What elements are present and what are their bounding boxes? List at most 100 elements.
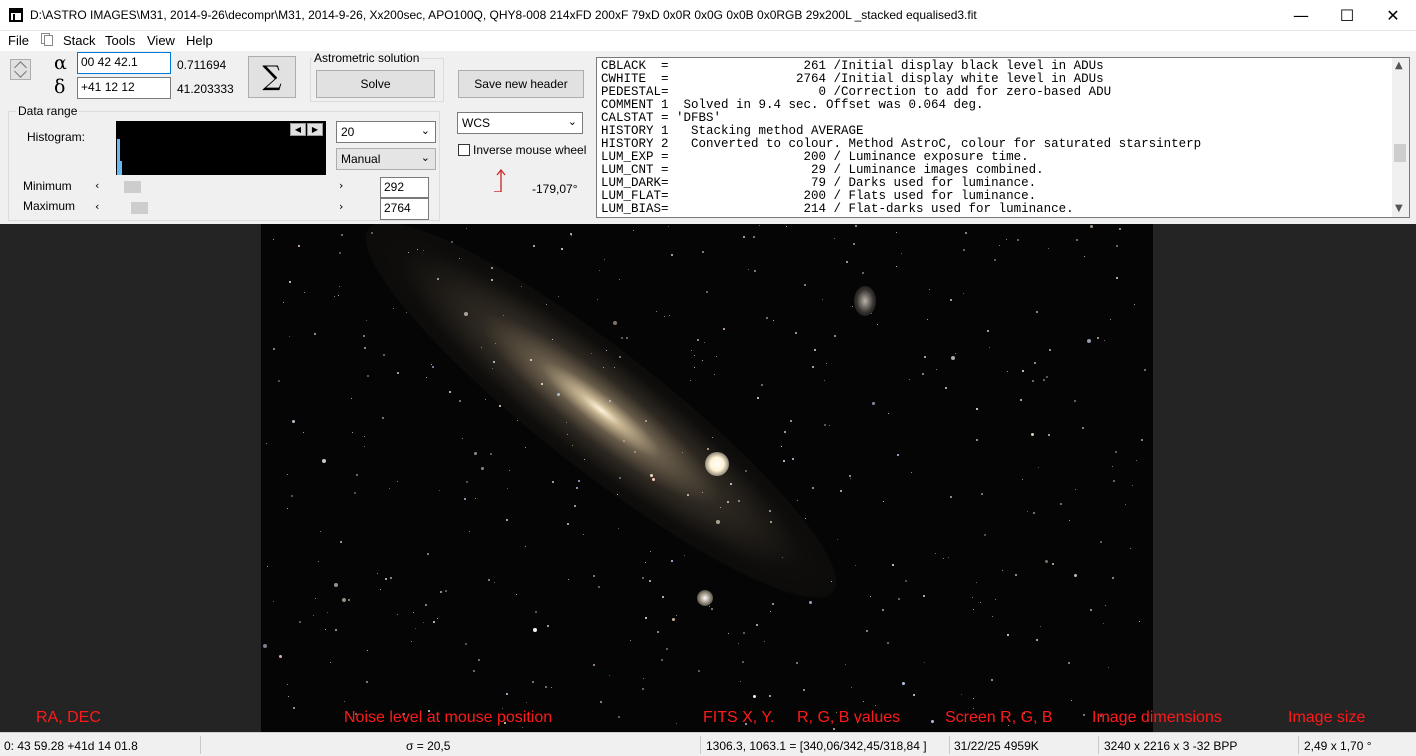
alpha-symbol: α [54, 52, 67, 74]
menu-stack[interactable]: Stack [63, 33, 96, 48]
inverse-mouse-wheel-label[interactable]: Inverse mouse wheel [473, 143, 586, 157]
star [645, 562, 646, 563]
scroll-right-icon[interactable]: ▶ [307, 123, 323, 136]
star [427, 553, 429, 555]
minimize-button[interactable]: — [1278, 0, 1324, 31]
star [676, 615, 677, 616]
star [809, 601, 812, 604]
slider-thumb[interactable] [130, 202, 148, 214]
scroll-down-icon[interactable]: ▼ [1395, 203, 1403, 214]
sum-button[interactable]: ∑ [248, 56, 296, 98]
solve-button[interactable]: Solve [316, 70, 435, 98]
star [935, 553, 936, 554]
slider-right-icon[interactable]: › [339, 200, 343, 213]
slider-thumb[interactable] [124, 181, 142, 193]
star [287, 684, 288, 685]
menu-file[interactable]: File [8, 33, 29, 48]
star [666, 648, 668, 650]
star [796, 662, 798, 664]
star [976, 439, 978, 441]
star [462, 438, 463, 439]
star [535, 611, 537, 613]
astro-image[interactable] [261, 224, 1153, 732]
dec-input[interactable]: +41 12 12 [77, 77, 171, 99]
annotation-ra-dec: RA, DEC [36, 709, 101, 726]
star [327, 612, 328, 613]
star [445, 590, 447, 592]
annotation-noise: Noise level at mouse position [344, 709, 553, 726]
star [354, 492, 356, 494]
wcs-combo[interactable]: WCS ⌄ [457, 112, 583, 134]
star [814, 349, 816, 351]
star [473, 670, 475, 672]
mode-combo[interactable]: Manual ⌄ [336, 148, 436, 170]
star [490, 453, 492, 455]
star [924, 356, 926, 358]
star [1074, 574, 1077, 577]
minimum-value[interactable]: 292 [380, 177, 429, 198]
star [905, 580, 907, 582]
star [702, 492, 703, 493]
star [383, 354, 385, 356]
star [1112, 577, 1114, 579]
histogram-scroll[interactable]: ◀ ▶ [290, 121, 326, 136]
menu-help[interactable]: Help [186, 33, 213, 48]
star [743, 236, 745, 238]
fits-header-text[interactable]: CBLACK = 261 /Initial display black leve… [596, 57, 1410, 218]
star [603, 367, 604, 368]
star [339, 252, 341, 254]
minimum-slider[interactable]: ‹ › [92, 179, 354, 195]
star [684, 555, 685, 556]
scrollbar-thumb[interactable] [1394, 144, 1406, 162]
range-combo[interactable]: 20 ⌄ [336, 121, 436, 143]
star [976, 408, 978, 410]
star [792, 458, 794, 460]
star [1113, 480, 1115, 482]
ra-input[interactable]: 00 42 42.1 [77, 52, 171, 74]
star [711, 608, 713, 610]
star [366, 681, 368, 683]
star [488, 579, 490, 581]
star [766, 317, 768, 319]
star [1007, 371, 1008, 372]
star [567, 523, 569, 525]
header-scrollbar[interactable]: ▲ ▼ [1392, 58, 1409, 217]
star [552, 481, 554, 483]
star [759, 225, 760, 226]
star [449, 391, 451, 393]
star [965, 232, 967, 234]
star [643, 678, 644, 679]
maximize-button[interactable]: ☐ [1324, 0, 1370, 31]
histogram-tail [120, 161, 122, 175]
star [1116, 245, 1118, 247]
menu-view[interactable]: View [147, 33, 175, 48]
save-new-header-button[interactable]: Save new header [458, 70, 584, 98]
star [1038, 467, 1039, 468]
slider-left-icon[interactable]: ‹ [95, 200, 99, 213]
star [1071, 700, 1072, 701]
slider-right-icon[interactable]: › [339, 179, 343, 192]
star [642, 688, 644, 690]
navigation-button[interactable] [10, 59, 31, 80]
star [1082, 427, 1084, 429]
star [609, 400, 611, 402]
maximum-slider[interactable]: ‹ › [92, 200, 354, 216]
star [1034, 362, 1036, 364]
star [896, 266, 897, 267]
star [440, 591, 442, 593]
star [465, 643, 467, 645]
star [650, 474, 653, 477]
maximum-value[interactable]: 2764 [380, 198, 429, 220]
star [304, 292, 305, 293]
star [617, 494, 618, 495]
close-button[interactable]: ✕ [1370, 0, 1416, 31]
scroll-up-icon[interactable]: ▲ [1395, 60, 1403, 71]
star [566, 422, 567, 423]
inverse-mouse-wheel-checkbox[interactable] [458, 144, 470, 156]
star [466, 228, 467, 229]
star [478, 659, 480, 661]
menu-tools[interactable]: Tools [105, 33, 135, 48]
star [645, 617, 647, 619]
slider-left-icon[interactable]: ‹ [95, 179, 99, 192]
scroll-left-icon[interactable]: ◀ [290, 123, 306, 136]
